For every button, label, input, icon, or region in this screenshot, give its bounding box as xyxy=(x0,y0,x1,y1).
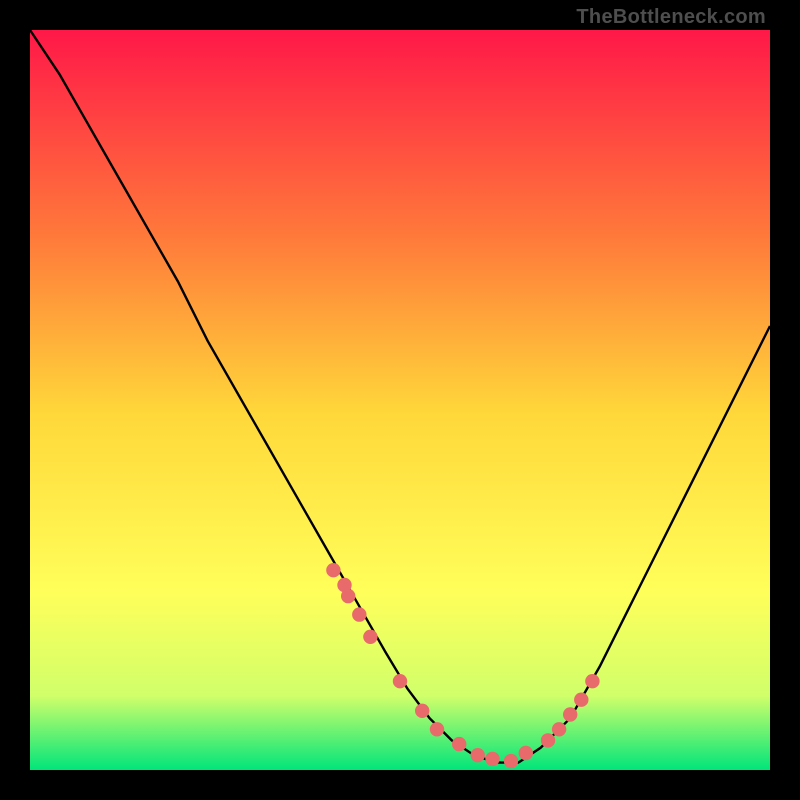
highlight-dot xyxy=(363,630,377,644)
highlight-dot xyxy=(519,746,533,760)
highlight-dot xyxy=(341,589,355,603)
highlight-dot xyxy=(485,752,499,766)
highlight-dot xyxy=(585,674,599,688)
highlight-dot xyxy=(563,707,577,721)
highlight-dot xyxy=(541,733,555,747)
gradient-background xyxy=(30,30,770,770)
highlight-dot xyxy=(430,722,444,736)
highlight-dot xyxy=(574,693,588,707)
highlight-dot xyxy=(452,737,466,751)
highlight-dot xyxy=(471,748,485,762)
chart-frame: TheBottleneck.com xyxy=(0,0,800,800)
highlight-dot xyxy=(552,722,566,736)
highlight-dot xyxy=(352,607,366,621)
watermark-text: TheBottleneck.com xyxy=(576,6,766,29)
highlight-dot xyxy=(393,674,407,688)
plot-area xyxy=(30,30,770,770)
highlight-dot xyxy=(415,704,429,718)
highlight-dot xyxy=(326,563,340,577)
chart-svg xyxy=(30,30,770,770)
highlight-dot xyxy=(504,754,518,768)
